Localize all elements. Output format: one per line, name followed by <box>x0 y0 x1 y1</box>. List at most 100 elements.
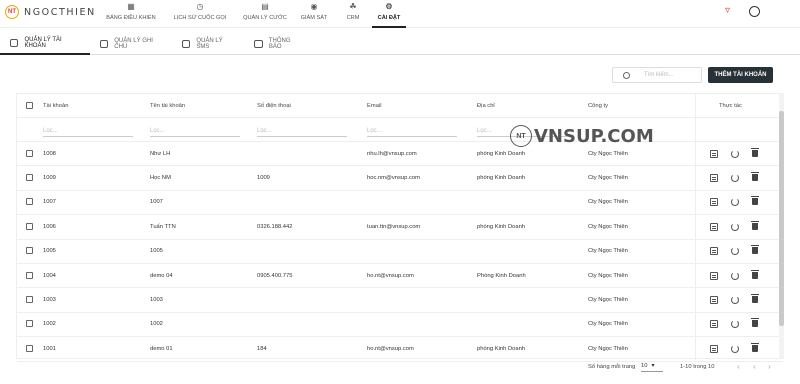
nav-item-0[interactable]: ▦ BẢNG ĐIỀU KHIỂN <box>98 0 164 28</box>
reset-icon[interactable] <box>731 271 739 280</box>
subtab-3[interactable]: THÔNG BÁO <box>244 33 314 55</box>
globe-icon[interactable] <box>749 6 760 17</box>
column-filter-input[interactable]: Lọc... <box>150 124 240 137</box>
reset-icon[interactable] <box>731 222 739 231</box>
top-icons: ▿ <box>725 6 760 17</box>
edit-icon[interactable] <box>710 198 718 207</box>
column-header[interactable]: Số điện thoại <box>257 94 291 117</box>
prev-page-button[interactable]: ‹ <box>753 362 756 371</box>
next-page-button[interactable]: › <box>768 362 771 371</box>
edit-icon[interactable] <box>710 174 718 183</box>
table-cell: Tuấn TTN <box>150 223 176 230</box>
nav-item-3[interactable]: ◉ GIÁM SÁT <box>294 0 334 28</box>
column-header[interactable]: Tài khoản <box>43 94 68 117</box>
edit-icon[interactable] <box>710 222 718 231</box>
delete-icon[interactable] <box>751 294 759 304</box>
scrollbar-thumb[interactable] <box>779 111 784 326</box>
table-cell: ho.nt@vnsup.com <box>367 272 414 279</box>
row-checkbox[interactable] <box>26 344 33 352</box>
edit-icon[interactable] <box>710 320 718 329</box>
add-account-button[interactable]: THÊM TÀI KHOẢN <box>708 67 773 83</box>
table-cell: 1009 <box>257 175 270 182</box>
edit-icon[interactable] <box>710 149 718 158</box>
column-header[interactable]: Tên tài khoản <box>150 94 185 117</box>
table-row[interactable]: 1009 Học NM 1009 hoc.nm@vnsup.com phòng Kinh… <box>17 166 783 191</box>
column-header[interactable]: Địa chỉ <box>477 94 495 117</box>
row-checkbox[interactable] <box>26 174 33 182</box>
edit-icon[interactable] <box>710 296 718 305</box>
row-checkbox[interactable] <box>26 149 33 157</box>
row-checkbox[interactable] <box>26 222 33 230</box>
column-filter-input[interactable]: Lọc... <box>367 124 457 137</box>
user-icon[interactable]: ▿ <box>725 6 735 16</box>
delete-icon[interactable] <box>751 172 759 182</box>
table-cell: hoc.nm@vnsup.com <box>367 175 420 182</box>
table-cell: ho.nt@vnsup.com <box>367 345 414 352</box>
table-row[interactable]: 1008 Như LH nhu.lh@vnsup.com phòng Kinh Doa… <box>17 142 783 167</box>
table-row[interactable]: 1002 1002 Cty Ngọc Thiên <box>17 313 783 338</box>
delete-icon[interactable] <box>751 147 759 157</box>
delete-icon[interactable] <box>751 220 759 230</box>
table-cell: 1006 <box>43 223 56 230</box>
column-header[interactable]: Công ty <box>588 94 608 117</box>
reset-icon[interactable] <box>731 344 739 353</box>
nav-item-1[interactable]: ◷ LỊCH SỬ CUỘC GỌI <box>164 0 236 28</box>
headset-icon: ☘ <box>349 2 357 11</box>
search-input[interactable]: Tìm kiếm... <box>612 67 702 83</box>
row-checkbox[interactable] <box>26 296 33 304</box>
table-row[interactable]: 1001 demo 01 184 ho.nt@vnsup.com phòng Kinh … <box>17 337 783 362</box>
delete-icon[interactable] <box>751 342 759 352</box>
rows-per-page-label: Số hàng mỗi trang <box>588 364 636 370</box>
dashboard-icon: ▦ <box>127 2 135 11</box>
row-checkbox[interactable] <box>26 198 33 206</box>
nav-item-5[interactable]: ⚙ CÀI ĐẶT <box>372 0 406 28</box>
watermark-text: VNSUP.COM <box>534 125 654 147</box>
select-all-checkbox[interactable] <box>26 101 33 109</box>
delete-icon[interactable] <box>751 196 759 206</box>
subtab-1[interactable]: QUẢN LÝ GHI CHÚ <box>90 33 172 55</box>
reset-icon[interactable] <box>731 174 739 183</box>
column-filter-input[interactable]: Lọc... <box>257 124 347 137</box>
table-cell: 1003 <box>43 297 56 304</box>
table-cell: Học NM <box>150 175 171 182</box>
subtab-0[interactable]: QUẢN LÝ TÀI KHOẢN <box>0 33 90 55</box>
table-row[interactable]: 1006 Tuấn TTN 0326.188.442 tuan.ttn@vnsup.c… <box>17 215 783 240</box>
table-row[interactable]: 1003 1003 Cty Ngọc Thiên <box>17 288 783 313</box>
edit-icon[interactable] <box>710 344 718 353</box>
table-cell: Phòng Kinh Doanh <box>477 272 526 279</box>
rows-per-page-select[interactable]: 10 ▾ <box>641 361 663 372</box>
table-row[interactable]: 1007 1007 Cty Ngọc Thiên <box>17 191 783 216</box>
row-checkbox[interactable] <box>26 320 33 328</box>
column-filter-input[interactable]: Lọc... <box>43 124 133 137</box>
reset-icon[interactable] <box>731 198 739 207</box>
row-checkbox[interactable] <box>26 271 33 279</box>
reset-icon[interactable] <box>731 296 739 305</box>
main-nav: ▦ BẢNG ĐIỀU KHIỂN ◷ LỊCH SỬ CUỘC GỌI ▤ QUẢN L… <box>98 0 406 28</box>
delete-icon[interactable] <box>751 245 759 255</box>
subtab-2[interactable]: QUẢN LÝ SMS <box>172 33 244 55</box>
reset-icon[interactable] <box>731 149 739 158</box>
table-cell: Cty Ngọc Thiên <box>588 321 628 328</box>
edit-icon[interactable] <box>710 271 718 280</box>
column-header[interactable]: Thực tác <box>719 94 742 117</box>
table-cell: 1005 <box>43 248 56 255</box>
column-header[interactable]: Email <box>367 94 382 117</box>
row-checkbox[interactable] <box>26 247 33 255</box>
table-row[interactable]: 1005 1005 Cty Ngọc Thiên <box>17 240 783 264</box>
scrollbar[interactable] <box>779 93 784 359</box>
reset-icon[interactable] <box>731 320 739 329</box>
subtab-icon <box>254 40 263 48</box>
gear-icon: ⚙ <box>385 2 393 11</box>
delete-icon[interactable] <box>751 318 759 328</box>
nav-item-4[interactable]: ☘ CRM <box>334 0 372 28</box>
table-cell: 1007 <box>150 199 163 206</box>
reset-icon[interactable] <box>731 247 739 256</box>
search-placeholder: Tìm kiếm... <box>644 72 674 78</box>
delete-icon[interactable] <box>751 269 759 279</box>
table-cell: Cty Ngọc Thiên <box>588 297 628 304</box>
nav-item-2[interactable]: ▤ QUẢN LÝ CƯỚC <box>236 0 294 28</box>
table-cell: phòng Kinh Doanh <box>477 345 526 352</box>
edit-icon[interactable] <box>710 247 718 256</box>
table-row[interactable]: 1004 demo 04 0905.400.775 ho.nt@vnsup.com Ph… <box>17 264 783 289</box>
first-page-button[interactable]: ‹ <box>737 362 740 371</box>
